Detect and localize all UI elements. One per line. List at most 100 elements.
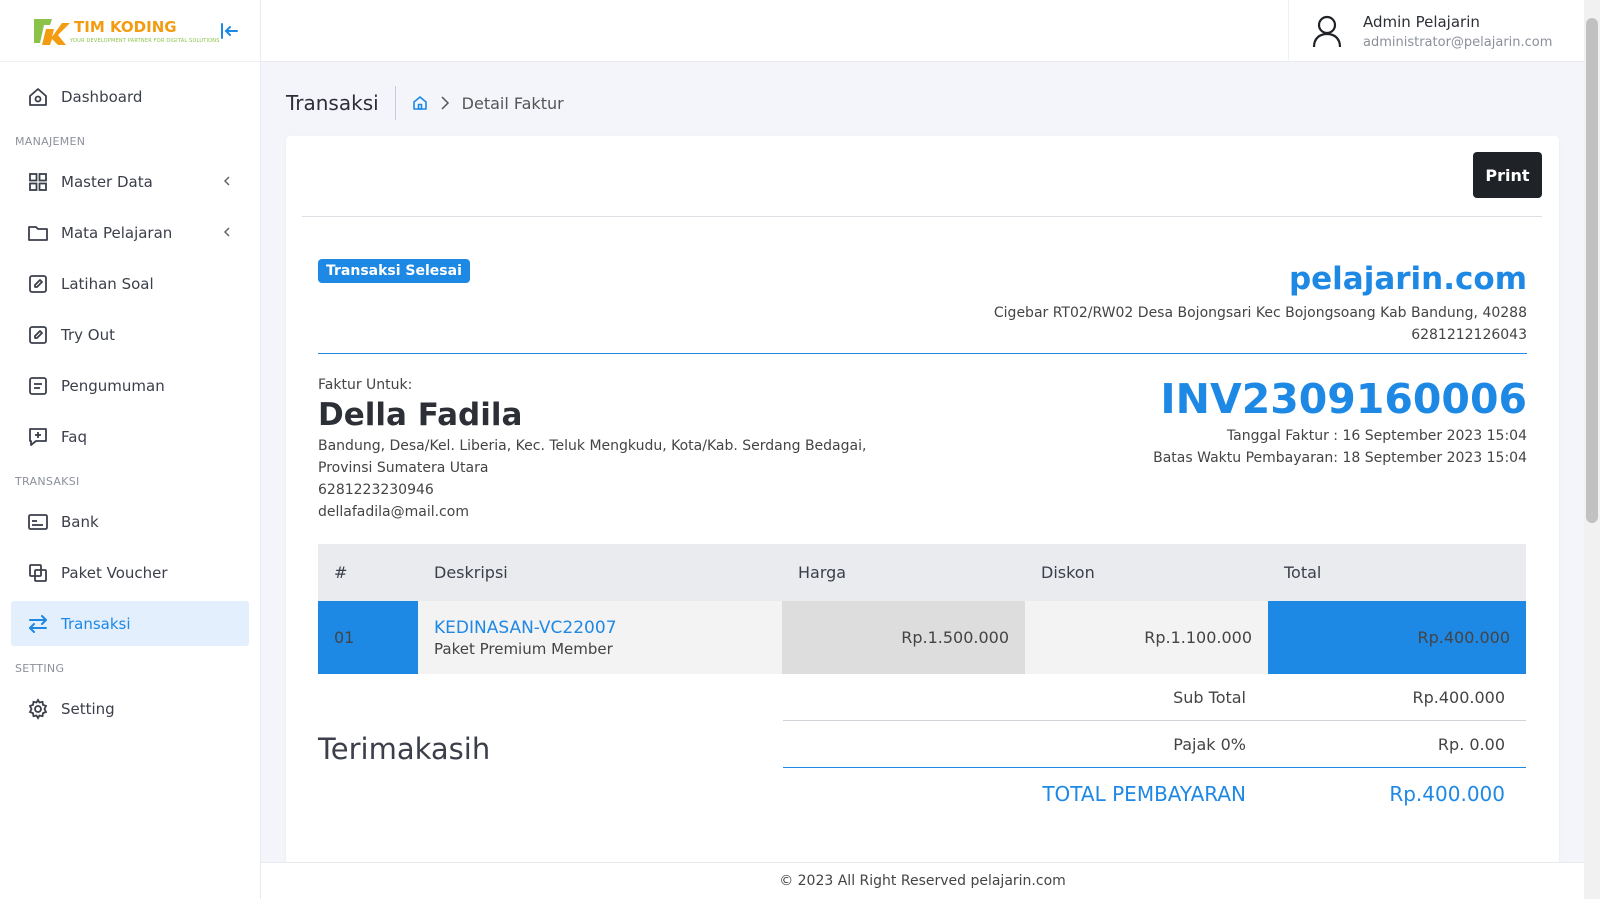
user-email: administrator@pelajarin.com [1363, 34, 1553, 50]
bill-to: Faktur Untuk: Della Fadila Bandung, Desa… [318, 377, 866, 523]
sidebar-item-label: Bank [61, 512, 99, 531]
sidebar-item-try-out[interactable]: Try Out [11, 312, 249, 357]
customer-address-line: Bandung, Desa/Kel. Liberia, Kec. Teluk M… [318, 438, 867, 454]
page-title: Transaksi [286, 86, 396, 120]
section-transaksi: TRANSAKSI [15, 475, 80, 488]
tax-label: Pajak 0% [1173, 734, 1246, 754]
invoice-due-date: Batas Waktu Pembayaran: 18 September 202… [1153, 450, 1527, 466]
chevron-left-icon [221, 225, 233, 239]
sidebar-item-label: Setting [61, 699, 115, 718]
grand-total-value: Rp.400.000 [1389, 782, 1505, 806]
sidebar-item-master-data[interactable]: Master Data [11, 159, 249, 204]
sidebar-item-pengumuman[interactable]: Pengumuman [11, 363, 249, 408]
home-icon[interactable] [412, 95, 428, 111]
tax-row: Pajak 0% Rp. 0.00 [783, 721, 1526, 768]
item-code: KEDINASAN-VC22007 [434, 617, 617, 638]
column-header: Deskripsi [418, 544, 782, 601]
sidebar-item-transaksi[interactable]: Transaksi [11, 601, 249, 646]
sidebar-item-mata-pelajaran[interactable]: Mata Pelajaran [11, 210, 249, 255]
invoice-card: Print Transaksi Selesai pelajarin.com Ci… [286, 136, 1559, 876]
section-manajemen: MANAJEMEN [15, 135, 86, 148]
company-name: pelajarin.com [1288, 261, 1527, 297]
user-avatar-icon [1311, 14, 1343, 48]
sidebar-item-label: Paket Voucher [61, 563, 168, 582]
subtotal-label: Sub Total [1173, 687, 1246, 707]
copy-icon [27, 562, 49, 584]
sidebar-item-label: Try Out [61, 325, 115, 344]
sidebar: TIM KODING YOUR DEVELOPMENT PARTNER FOR … [0, 0, 261, 899]
divider [318, 353, 1527, 354]
company-phone: 6281212126043 [1411, 327, 1527, 343]
item-total: Rp.400.000 [1268, 601, 1526, 674]
table-row: 01 KEDINASAN-VC22007 Paket Premium Membe… [318, 601, 1526, 674]
brand-tagline: YOUR DEVELOPMENT PARTNER FOR DIGITAL SOL… [70, 38, 220, 44]
item-number: 01 [318, 601, 418, 674]
page-scrollbar[interactable] [1584, 0, 1600, 899]
footer: © 2023 All Right Reserved pelajarin.com [261, 862, 1584, 899]
grand-total-row: TOTAL PEMBAYARAN Rp.400.000 [783, 768, 1526, 820]
top-header: Admin Pelajarin administrator@pelajarin.… [261, 0, 1584, 62]
chevron-left-icon [221, 174, 233, 188]
sidebar-item-bank[interactable]: Bank [11, 499, 249, 544]
copyright-text: © 2023 All Right Reserved pelajarin.com [779, 873, 1066, 889]
user-name: Admin Pelajarin [1363, 12, 1480, 31]
tax-value: Rp. 0.00 [1437, 734, 1505, 754]
card-icon [27, 511, 49, 533]
user-info: Admin Pelajarin administrator@pelajarin.… [1363, 13, 1552, 50]
edit-icon [27, 273, 49, 295]
chat-plus-icon [27, 426, 49, 448]
customer-name: Della Fadila [318, 397, 523, 433]
logo-row: TIM KODING YOUR DEVELOPMENT PARTNER FOR … [0, 0, 260, 62]
sidebar-item-label: Master Data [61, 172, 153, 191]
bill-to-label: Faktur Untuk: [318, 377, 413, 393]
thank-you-text: Terimakasih [318, 732, 491, 766]
swap-icon [27, 613, 49, 635]
sidebar-item-faq[interactable]: Faq [11, 414, 249, 459]
sidebar-item-setting[interactable]: Setting [11, 686, 249, 731]
customer-email: dellafadila@mail.com [318, 504, 469, 520]
folder-icon [27, 222, 49, 244]
invoice-meta: INV2309160006 Tanggal Faktur : 16 Septem… [1153, 373, 1527, 469]
invoice-items-table: # Deskripsi Harga Diskon Total 01 KEDINA… [318, 544, 1526, 674]
invoice-date: Tanggal Faktur : 16 September 2023 15:04 [1226, 428, 1527, 444]
brand-name: TIM KODING [74, 18, 177, 36]
sidebar-item-label: Dashboard [61, 87, 143, 106]
column-header: Total [1268, 544, 1526, 601]
invoice-number: INV2309160006 [1160, 375, 1527, 423]
sidebar-item-label: Transaksi [61, 614, 131, 633]
scrollbar-thumb[interactable] [1586, 18, 1598, 523]
grid-icon [27, 171, 49, 193]
item-discount: Rp.1.100.000 [1025, 601, 1268, 674]
sidebar-item-label: Latihan Soal [61, 274, 154, 293]
table-header-row: # Deskripsi Harga Diskon Total [318, 544, 1526, 601]
user-menu[interactable]: Admin Pelajarin administrator@pelajarin.… [1288, 0, 1584, 62]
customer-phone: 6281223230946 [318, 482, 434, 498]
sidebar-item-paket-voucher[interactable]: Paket Voucher [11, 550, 249, 595]
column-header: # [318, 544, 418, 601]
print-button[interactable]: Print [1473, 152, 1542, 198]
breadcrumb-current: Detail Faktur [461, 93, 564, 113]
home-icon [27, 86, 49, 108]
sidebar-item-label: Pengumuman [61, 376, 165, 395]
grand-total-label: TOTAL PEMBAYARAN [1042, 782, 1246, 806]
collapse-sidebar-icon[interactable] [218, 20, 240, 42]
item-description: KEDINASAN-VC22007 Paket Premium Member [418, 601, 782, 674]
sidebar-item-label: Faq [61, 427, 87, 446]
divider [302, 216, 1542, 217]
column-header: Harga [782, 544, 1025, 601]
company-address: Cigebar RT02/RW02 Desa Bojongsari Kec Bo… [993, 305, 1527, 321]
sidebar-nav: Dashboard MANAJEMEN Master Data Mata Pel… [0, 62, 260, 731]
sidebar-item-latihan-soal[interactable]: Latihan Soal [11, 261, 249, 306]
edit-icon [27, 324, 49, 346]
chevron-right-icon [438, 95, 452, 111]
section-setting: SETTING [15, 662, 65, 675]
sidebar-item-label: Mata Pelajaran [61, 223, 173, 242]
company-info: pelajarin.com Cigebar RT02/RW02 Desa Boj… [994, 260, 1527, 346]
status-badge: Transaksi Selesai [318, 259, 470, 283]
document-icon [27, 375, 49, 397]
totals-summary: Sub Total Rp.400.000 Pajak 0% Rp. 0.00 T… [783, 674, 1526, 820]
gear-icon [27, 697, 49, 720]
sidebar-item-dashboard[interactable]: Dashboard [11, 74, 249, 119]
subtotal-value: Rp.400.000 [1412, 687, 1505, 707]
brand-wordmark: TIM KODING YOUR DEVELOPMENT PARTNER FOR … [70, 17, 220, 45]
